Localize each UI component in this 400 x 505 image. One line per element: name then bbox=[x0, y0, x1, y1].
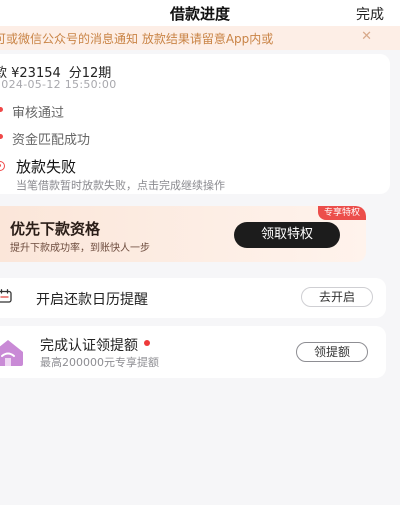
promo-title: 优先下款资格 bbox=[10, 220, 101, 238]
promo-subtitle: 提升下款成功率，到账快人一步 bbox=[10, 243, 150, 254]
done-button[interactable]: 完成 bbox=[356, 4, 384, 24]
step-approved: 审核通过 bbox=[0, 102, 380, 122]
certification-title: 完成认证领提额 bbox=[40, 338, 138, 354]
calendar-reminder-label: 开启还款日历提醒 bbox=[36, 292, 148, 308]
priority-banner[interactable]: 专享特权 优先下款资格 提升下款成功率，到账快人一步 领取特权 bbox=[0, 206, 366, 262]
exclusive-tag: 专享特权 bbox=[317, 206, 366, 220]
step-label: 放款失败 bbox=[16, 158, 77, 176]
claim-privilege-button[interactable]: 领取特权 bbox=[234, 222, 340, 248]
step-matched: 资金匹配成功 bbox=[0, 129, 380, 149]
step-label: 资金匹配成功 bbox=[12, 133, 91, 148]
step-done-dot-icon bbox=[0, 107, 3, 112]
step-failed: 放款失败 bbox=[0, 158, 380, 178]
calendar-icon bbox=[0, 289, 12, 303]
certification-title-line: 完成认证领提额 bbox=[40, 335, 150, 355]
close-icon[interactable]: ✕ bbox=[361, 29, 372, 44]
notice-bar: 可或微信公众号的消息通知 放款结果请留意App内或 ✕ bbox=[0, 26, 400, 50]
loan-date: 2024-05-12 15:50:00 bbox=[0, 78, 117, 91]
house-icon bbox=[0, 340, 23, 366]
claim-limit-button[interactable]: 领提额 bbox=[296, 342, 368, 362]
loan-status-card: 款 ¥23154 分12期 2024-05-12 15:50:00 审核通过 资金… bbox=[0, 54, 390, 194]
certification-row: 完成认证领提额 最高200000元专享提额 领提额 bbox=[0, 326, 386, 378]
enable-reminder-button[interactable]: 去开启 bbox=[301, 287, 373, 307]
red-dot-badge bbox=[144, 340, 150, 346]
loan-progress-page: 借款进度 完成 可或微信公众号的消息通知 放款结果请留意App内或 ✕ 款 ¥2… bbox=[0, 0, 400, 505]
step-note: 当笔借款暂时放款失败，点击完成继续操作 bbox=[16, 179, 225, 192]
notice-text: 可或微信公众号的消息通知 放款结果请留意App内或 bbox=[0, 32, 274, 46]
step-done-dot-icon bbox=[0, 134, 3, 139]
nav-bar: 借款进度 完成 bbox=[0, 0, 400, 26]
page-title: 借款进度 bbox=[169, 5, 230, 23]
calendar-reminder-row: 开启还款日历提醒 去开启 bbox=[0, 278, 386, 318]
step-failed-dot-icon bbox=[0, 161, 5, 171]
certification-subtitle: 最高200000元专享提额 bbox=[40, 356, 159, 369]
step-label: 审核通过 bbox=[12, 106, 65, 121]
